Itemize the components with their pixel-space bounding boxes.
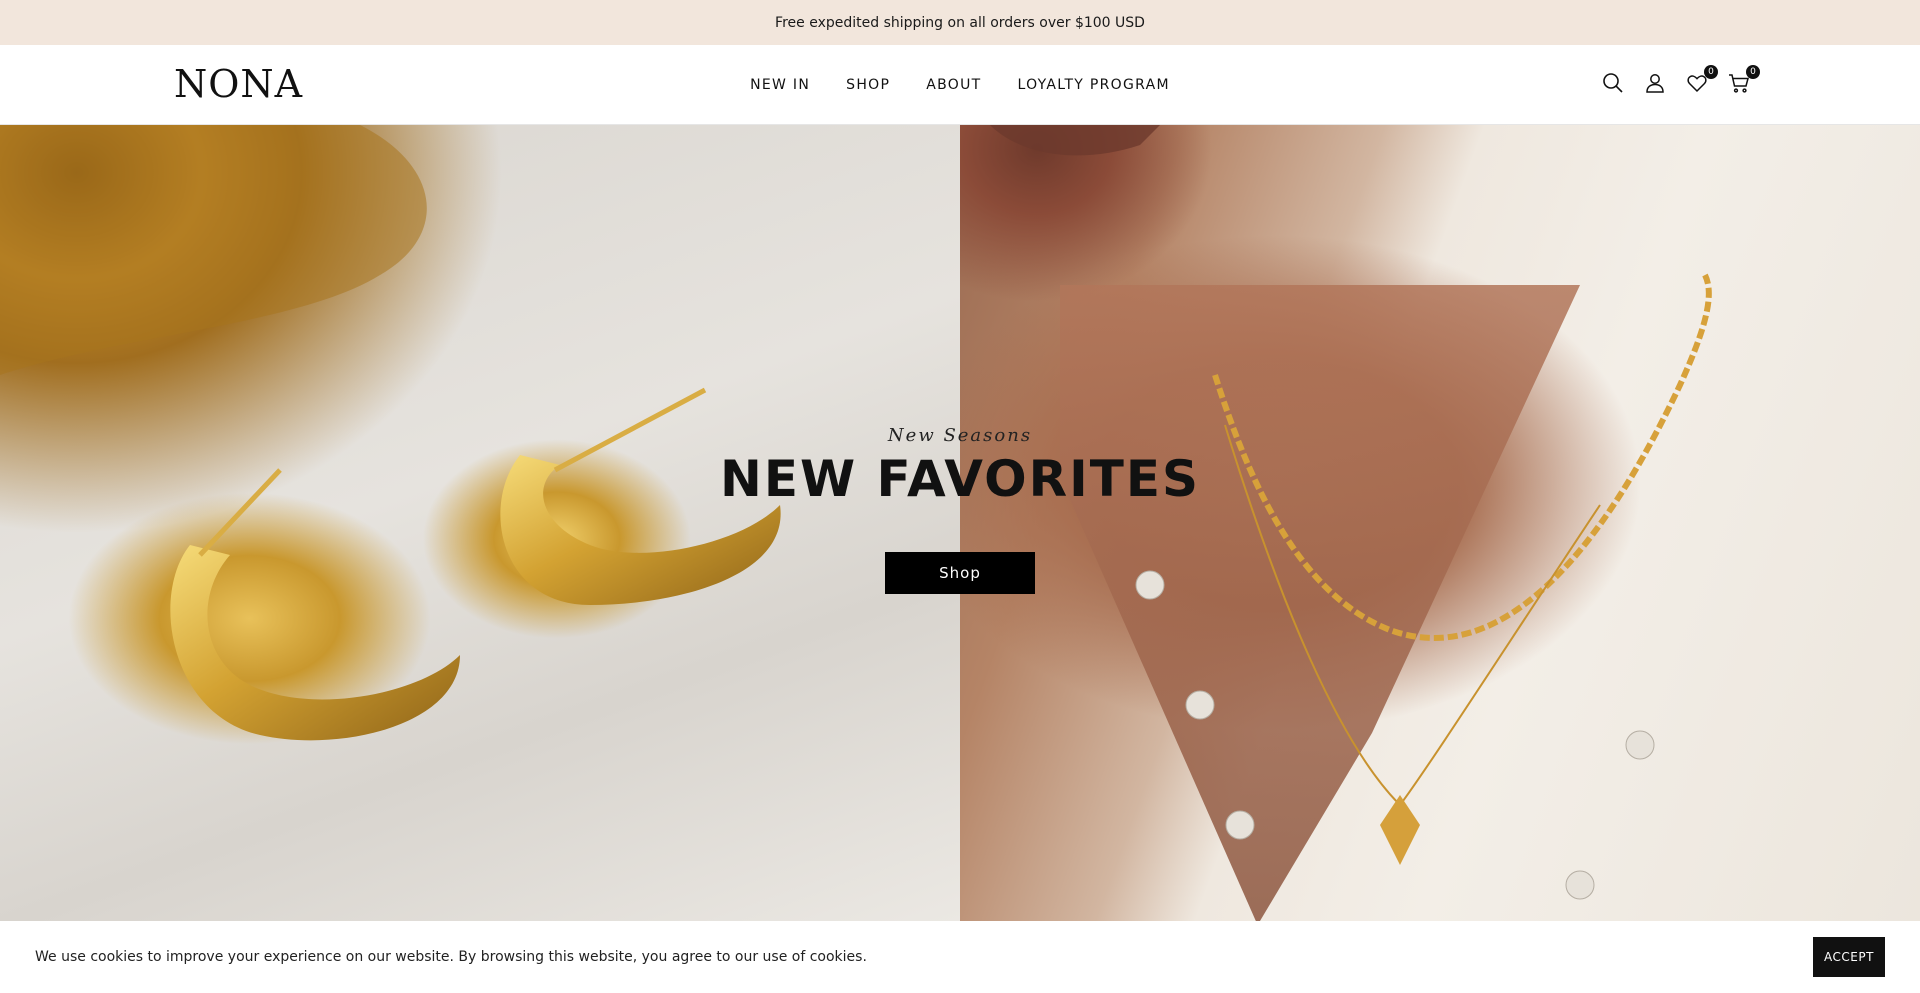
- nav-new-in[interactable]: NEW IN: [750, 77, 810, 93]
- nav-about[interactable]: ABOUT: [926, 77, 981, 93]
- cookie-accept-button[interactable]: ACCEPT: [1813, 937, 1885, 977]
- nav-shop[interactable]: SHOP: [846, 77, 890, 93]
- announcement-text: Free expedited shipping on all orders ov…: [775, 14, 1145, 31]
- nav-loyalty-program[interactable]: LOYALTY PROGRAM: [1017, 77, 1169, 93]
- hero-eyebrow: New Seasons: [887, 425, 1033, 446]
- hero-shop-button[interactable]: Shop: [885, 552, 1035, 594]
- announcement-bar: Free expedited shipping on all orders ov…: [0, 0, 1920, 45]
- hero-headline: NEW FAVORITES: [720, 450, 1200, 508]
- hero-content: New Seasons NEW FAVORITES Shop: [0, 425, 1920, 594]
- cookie-message: We use cookies to improve your experienc…: [35, 949, 867, 965]
- site-header: NONA NEW IN SHOP ABOUT LOYALTY PROGRAM 0: [0, 45, 1920, 125]
- cart-icon[interactable]: 0: [1726, 65, 1760, 97]
- wishlist-count-badge: 0: [1704, 65, 1718, 79]
- hero-banner: New Seasons NEW FAVORITES Shop: [0, 125, 1920, 921]
- header-icons: 0 0: [1600, 65, 1760, 97]
- cookie-banner: We use cookies to improve your experienc…: [0, 921, 1920, 993]
- cart-count-badge: 0: [1746, 65, 1760, 79]
- search-icon[interactable]: [1600, 69, 1626, 97]
- user-icon[interactable]: [1642, 69, 1668, 97]
- heart-icon[interactable]: 0: [1684, 65, 1718, 97]
